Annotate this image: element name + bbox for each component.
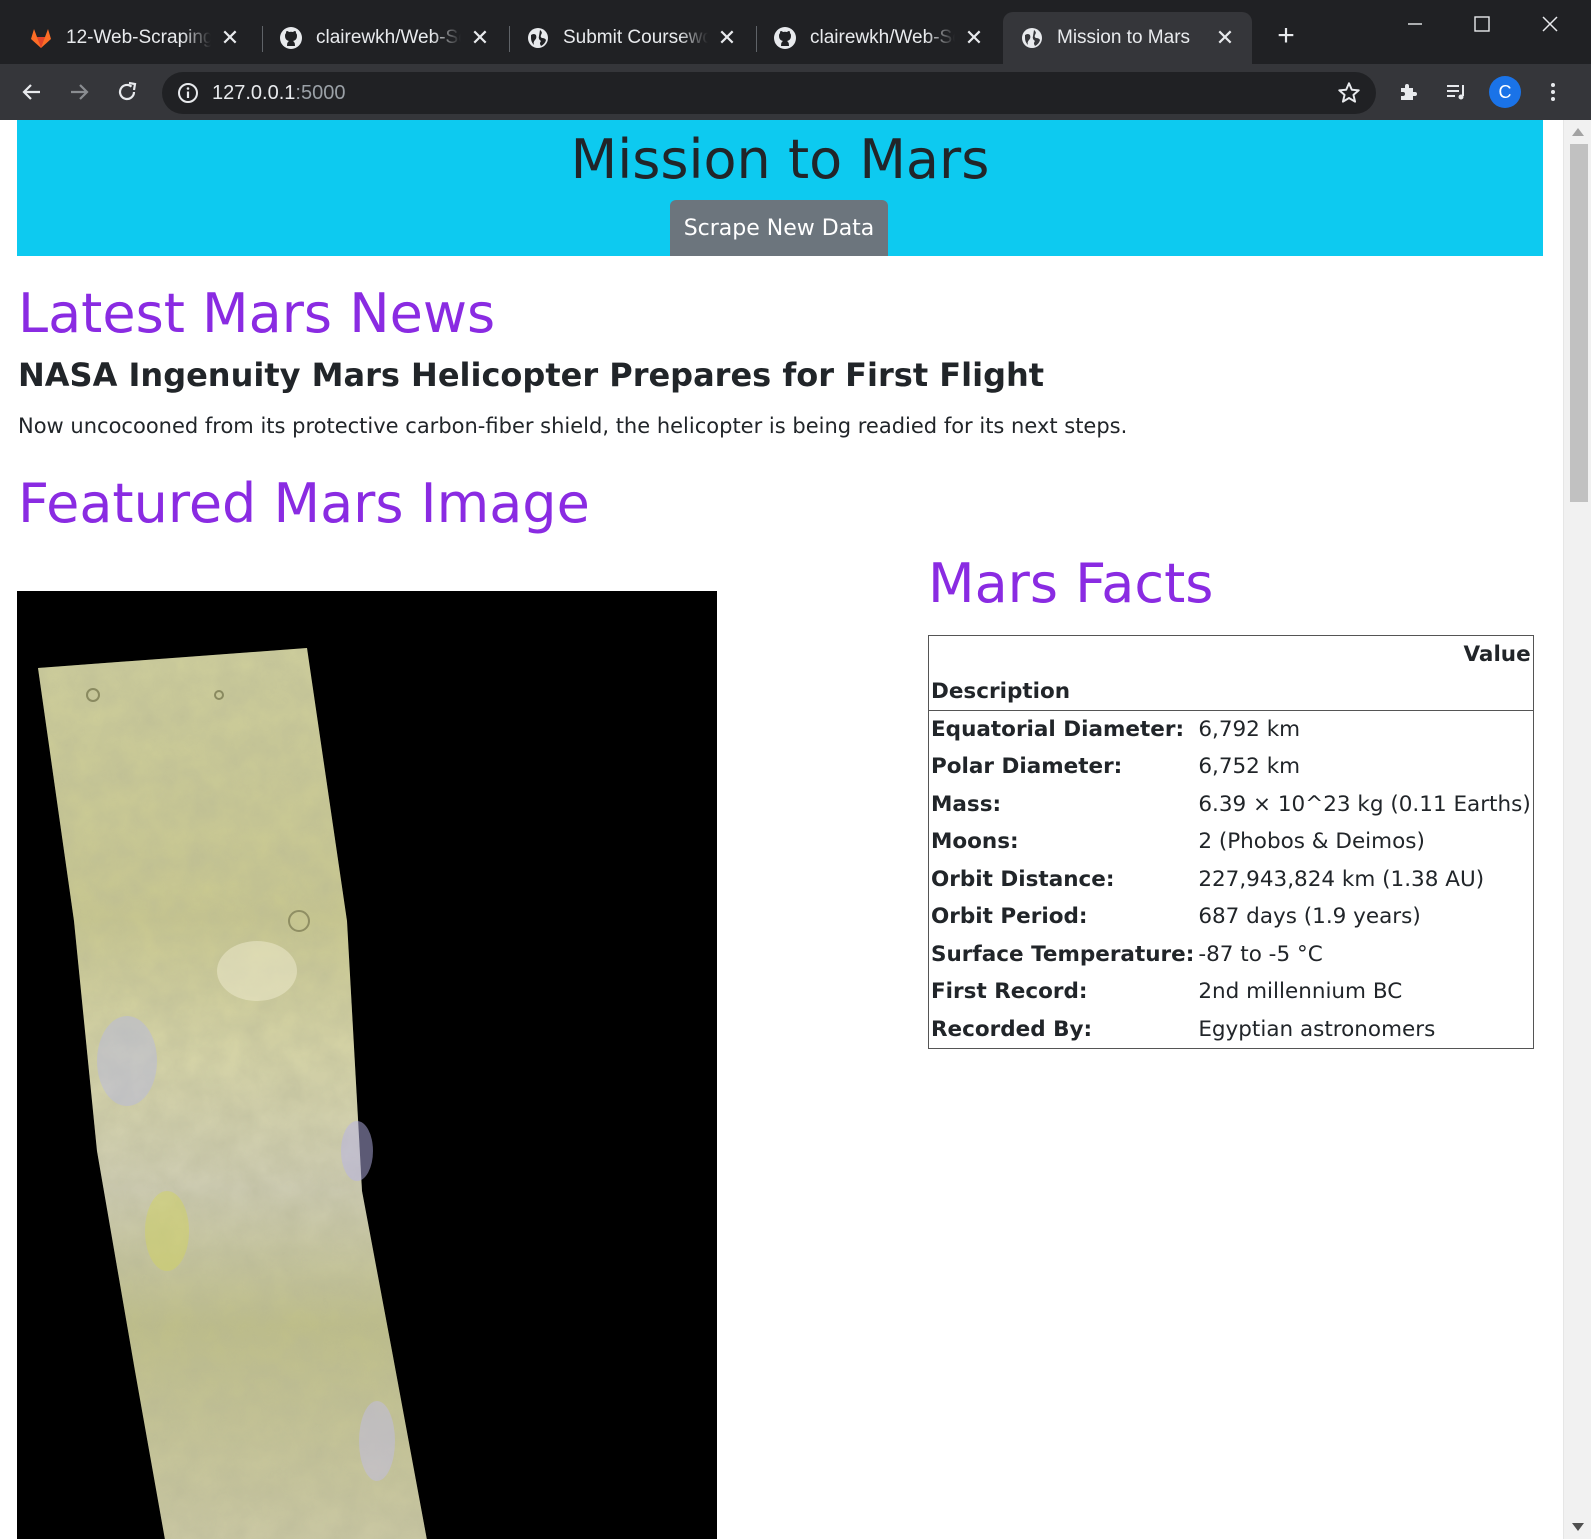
close-icon[interactable]: ✕ — [963, 27, 985, 49]
url-port: :5000 — [295, 82, 346, 104]
fact-label: Equatorial Diameter: — [931, 717, 1185, 742]
table-row: Mass: 6.39 × 10^23 kg (0.11 Earths) — [929, 786, 1534, 824]
media-queue-icon[interactable] — [1440, 76, 1472, 108]
fact-label: Orbit Period: — [931, 904, 1088, 930]
table-row: Orbit Distance: 227,943,824 km (1.38 AU) — [929, 861, 1534, 899]
featured-mars-image — [17, 591, 717, 1539]
url-host: 127.0.0.1 — [212, 82, 296, 104]
close-window-icon[interactable] — [1530, 8, 1570, 40]
minimize-icon[interactable] — [1395, 8, 1435, 40]
mars-facts-table: Value Description Equatorial Diameter: 6,… — [928, 635, 1534, 1049]
close-icon[interactable]: ✕ — [1214, 27, 1236, 49]
table-header-empty — [929, 636, 1197, 674]
close-icon[interactable]: ✕ — [716, 27, 738, 49]
fact-value: 6.39 × 10^23 kg (0.11 Earths) — [1198, 791, 1531, 817]
extensions-puzzle-icon[interactable] — [1393, 76, 1425, 108]
tab-mission-to-mars[interactable]: Mission to Mars ✕ — [1003, 12, 1252, 64]
fact-label: Polar Diameter: — [931, 754, 1123, 780]
table-row: Moons: 2 (Phobos & Deimos) — [929, 823, 1534, 861]
tab-github-1[interactable]: clairewkh/Web-Scr ✕ — [262, 12, 507, 64]
fact-value: 227,943,824 km (1.38 AU) — [1198, 866, 1485, 892]
tab-strip: 12-Web-Scraping-a ✕ clairewkh/Web-Scr ✕ … — [0, 0, 1591, 64]
tab-gitlab[interactable]: 12-Web-Scraping-a ✕ — [12, 12, 257, 64]
table-header-value: Value — [1463, 642, 1531, 667]
bookmark-star-icon[interactable] — [1336, 80, 1362, 106]
mars-facts-heading: Mars Facts — [928, 552, 1214, 615]
news-title: NASA Ingenuity Mars Helicopter Prepares … — [18, 356, 1045, 394]
fact-label: First Record: — [931, 979, 1088, 1005]
profile-avatar[interactable]: C — [1489, 76, 1521, 108]
news-paragraph: Now uncocooned from its protective carbo… — [18, 414, 1128, 438]
url-text: 127.0.0.1:5000 — [212, 82, 345, 105]
table-header-row: Description — [928, 673, 1534, 711]
fact-value: Egyptian astronomers — [1198, 1016, 1436, 1042]
tab-github-2[interactable]: clairewkh/Web-Scr ✕ — [756, 12, 1001, 64]
vertical-scrollbar[interactable] — [1563, 120, 1591, 1539]
back-arrow-icon[interactable] — [16, 76, 48, 108]
table-row: Orbit Period: 687 days (1.9 years) — [929, 898, 1534, 936]
reload-icon[interactable] — [111, 76, 143, 108]
github-icon — [278, 25, 304, 51]
tab-title: Submit Coursework — [563, 27, 708, 48]
fact-value: 687 days (1.9 years) — [1198, 904, 1421, 930]
gitlab-icon — [28, 25, 54, 51]
fact-value: -87 to -5 °C — [1198, 941, 1323, 967]
browser-toolbar: 127.0.0.1:5000 — [0, 64, 1591, 120]
new-tab-icon[interactable]: + — [1272, 21, 1300, 51]
scroll-down-arrow-icon[interactable] — [1572, 1523, 1584, 1531]
featured-image-heading: Featured Mars Image — [18, 472, 590, 535]
site-info-icon[interactable] — [176, 81, 200, 105]
maximize-icon[interactable] — [1462, 8, 1502, 40]
table-row: Surface Temperature: -87 to -5 °C — [929, 936, 1534, 974]
page-title: Mission to Mars — [570, 128, 990, 191]
fact-label: Moons: — [931, 829, 1019, 855]
address-bar[interactable]: 127.0.0.1:5000 — [162, 72, 1376, 114]
forward-arrow-icon[interactable] — [63, 76, 95, 108]
table-header-row: Value — [929, 636, 1534, 674]
header-banner: Mission to Mars Scrape New Data — [17, 120, 1543, 256]
fact-label: Recorded By: — [931, 1016, 1093, 1042]
fact-label: Orbit Distance: — [931, 866, 1115, 892]
globe-icon — [525, 25, 551, 51]
table-row: First Record: 2nd millennium BC — [929, 973, 1534, 1011]
close-icon[interactable]: ✕ — [469, 27, 491, 49]
table-row: Equatorial Diameter: 6,792 km — [929, 711, 1534, 749]
scrape-new-data-button[interactable]: Scrape New Data — [670, 200, 888, 256]
fact-label: Mass: — [931, 791, 1002, 817]
fact-value: 2nd millennium BC — [1198, 979, 1403, 1005]
fact-label: Surface Temperature: — [931, 941, 1195, 967]
fact-value: 2 (Phobos & Deimos) — [1198, 829, 1425, 855]
news-heading: Latest Mars News — [18, 282, 496, 345]
page-viewport: Mission to Mars Scrape New Data Latest M… — [0, 120, 1591, 1539]
tab-submit-coursework[interactable]: Submit Coursework ✕ — [509, 12, 754, 64]
fact-value: 6,752 km — [1198, 754, 1301, 780]
github-icon — [772, 25, 798, 51]
tab-title: clairewkh/Web-Scr — [316, 27, 461, 48]
tab-title: 12-Web-Scraping-a — [66, 27, 211, 48]
table-header-empty — [1196, 673, 1534, 711]
scrollbar-thumb[interactable] — [1570, 144, 1588, 502]
globe-icon — [1019, 25, 1045, 51]
close-icon[interactable]: ✕ — [219, 27, 241, 49]
tab-title: Mission to Mars — [1057, 27, 1191, 48]
table-row: Recorded By: Egyptian astronomers — [929, 1011, 1534, 1049]
table-row: Polar Diameter: 6,752 km — [929, 748, 1534, 786]
fact-value: 6,792 km — [1198, 717, 1301, 742]
tab-title: clairewkh/Web-Scr — [810, 27, 955, 48]
table-header-description: Description — [928, 673, 1197, 711]
scroll-up-arrow-icon[interactable] — [1572, 128, 1584, 136]
more-menu-icon[interactable] — [1537, 76, 1569, 108]
